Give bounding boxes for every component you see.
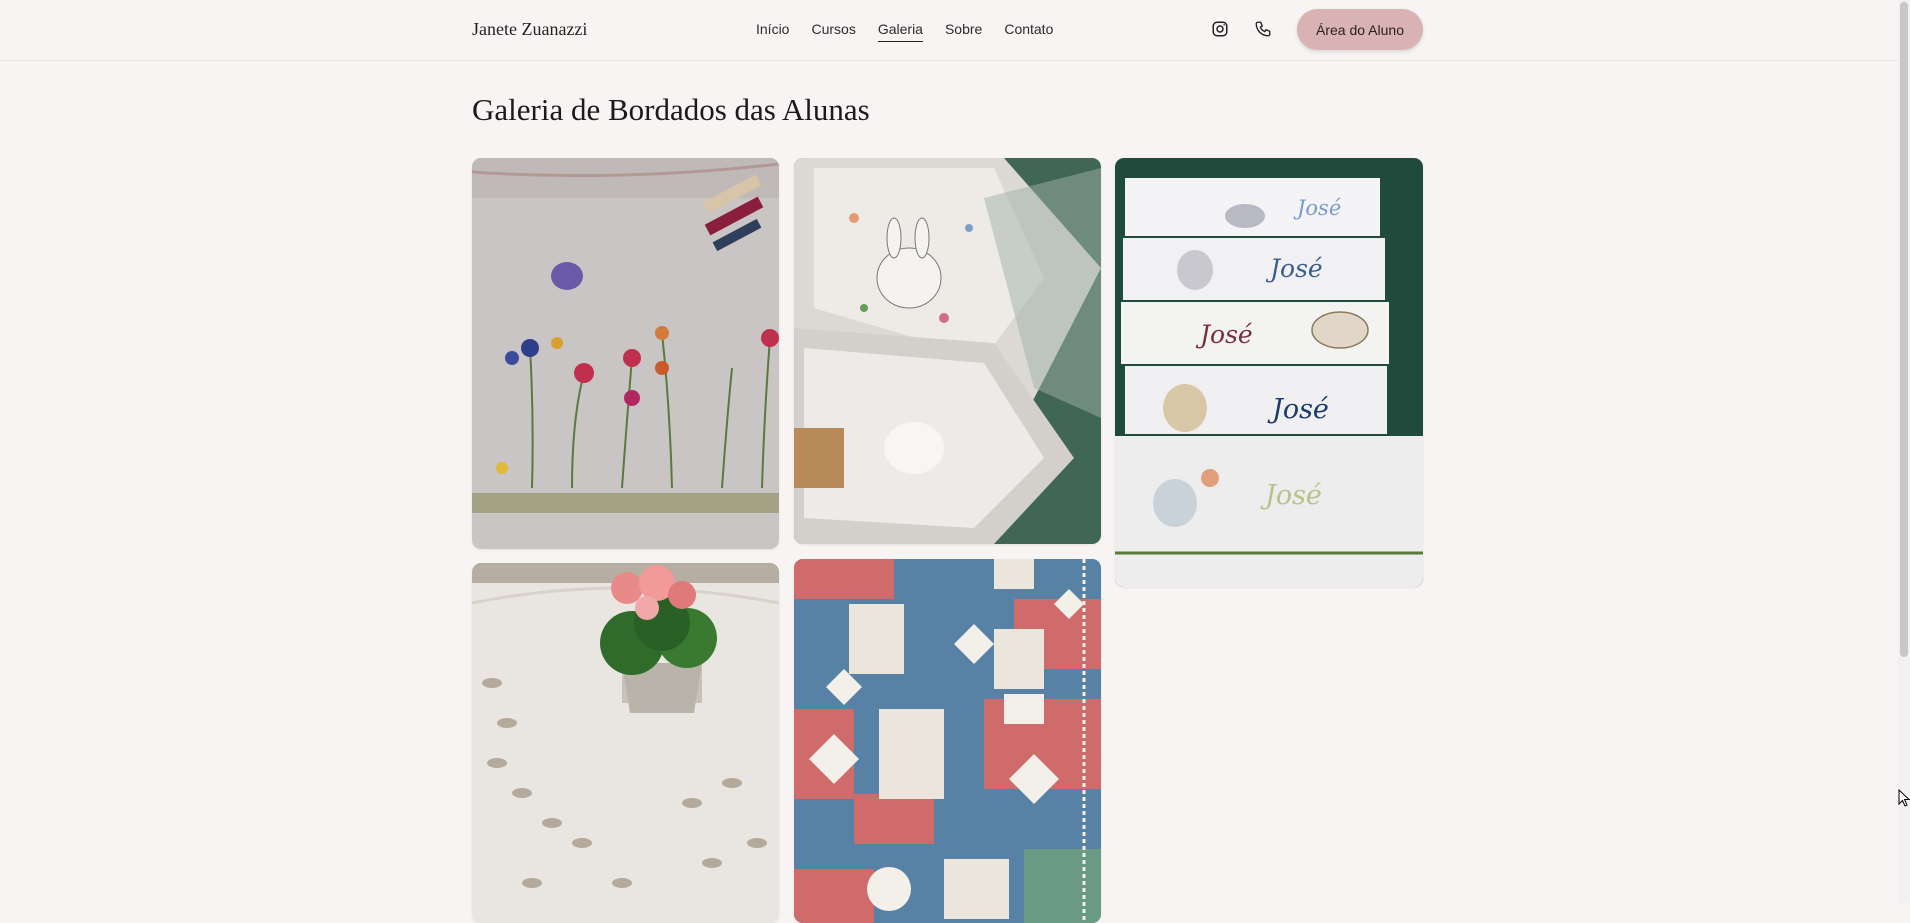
towel-name-label: José: [1265, 480, 1322, 511]
mouse-cursor-icon: [1898, 789, 1910, 807]
nav-link-galeria[interactable]: Galeria: [877, 21, 923, 42]
nav-link-inicio[interactable]: Início: [756, 21, 789, 42]
towel-name-label: José: [1270, 254, 1323, 283]
scrollbar-thumb[interactable]: [1900, 2, 1908, 657]
main-nav: Início Cursos Galeria Sobre Contato: [756, 21, 1075, 42]
jose-towels-photo[interactable]: José José José José José: [1115, 158, 1423, 587]
towel-name-label: José: [1200, 320, 1253, 349]
bunny-embroidery-photo[interactable]: [794, 158, 1101, 544]
nav-link-contato[interactable]: Contato: [1004, 21, 1053, 42]
towel-name-label: José: [1297, 196, 1342, 220]
tablecloth-photo[interactable]: [472, 563, 779, 923]
student-area-button[interactable]: Área do Aluno: [1297, 9, 1423, 50]
nav-link-sobre[interactable]: Sobre: [945, 21, 982, 42]
towel-name-label: José: [1272, 394, 1329, 425]
instagram-icon[interactable]: [1208, 17, 1232, 41]
brand-name[interactable]: Janete Zuanazzi: [472, 19, 587, 40]
nav-link-cursos[interactable]: Cursos: [811, 21, 855, 42]
patchwork-quilt-photo[interactable]: [794, 559, 1101, 923]
page-scrollbar[interactable]: [1898, 0, 1910, 903]
flower-embroidery-photo[interactable]: [472, 158, 779, 549]
phone-icon[interactable]: [1251, 17, 1275, 41]
site-header: Janete Zuanazzi Início Cursos Galeria So…: [0, 0, 1898, 61]
page-title: Galeria de Bordados das Alunas: [472, 92, 870, 127]
